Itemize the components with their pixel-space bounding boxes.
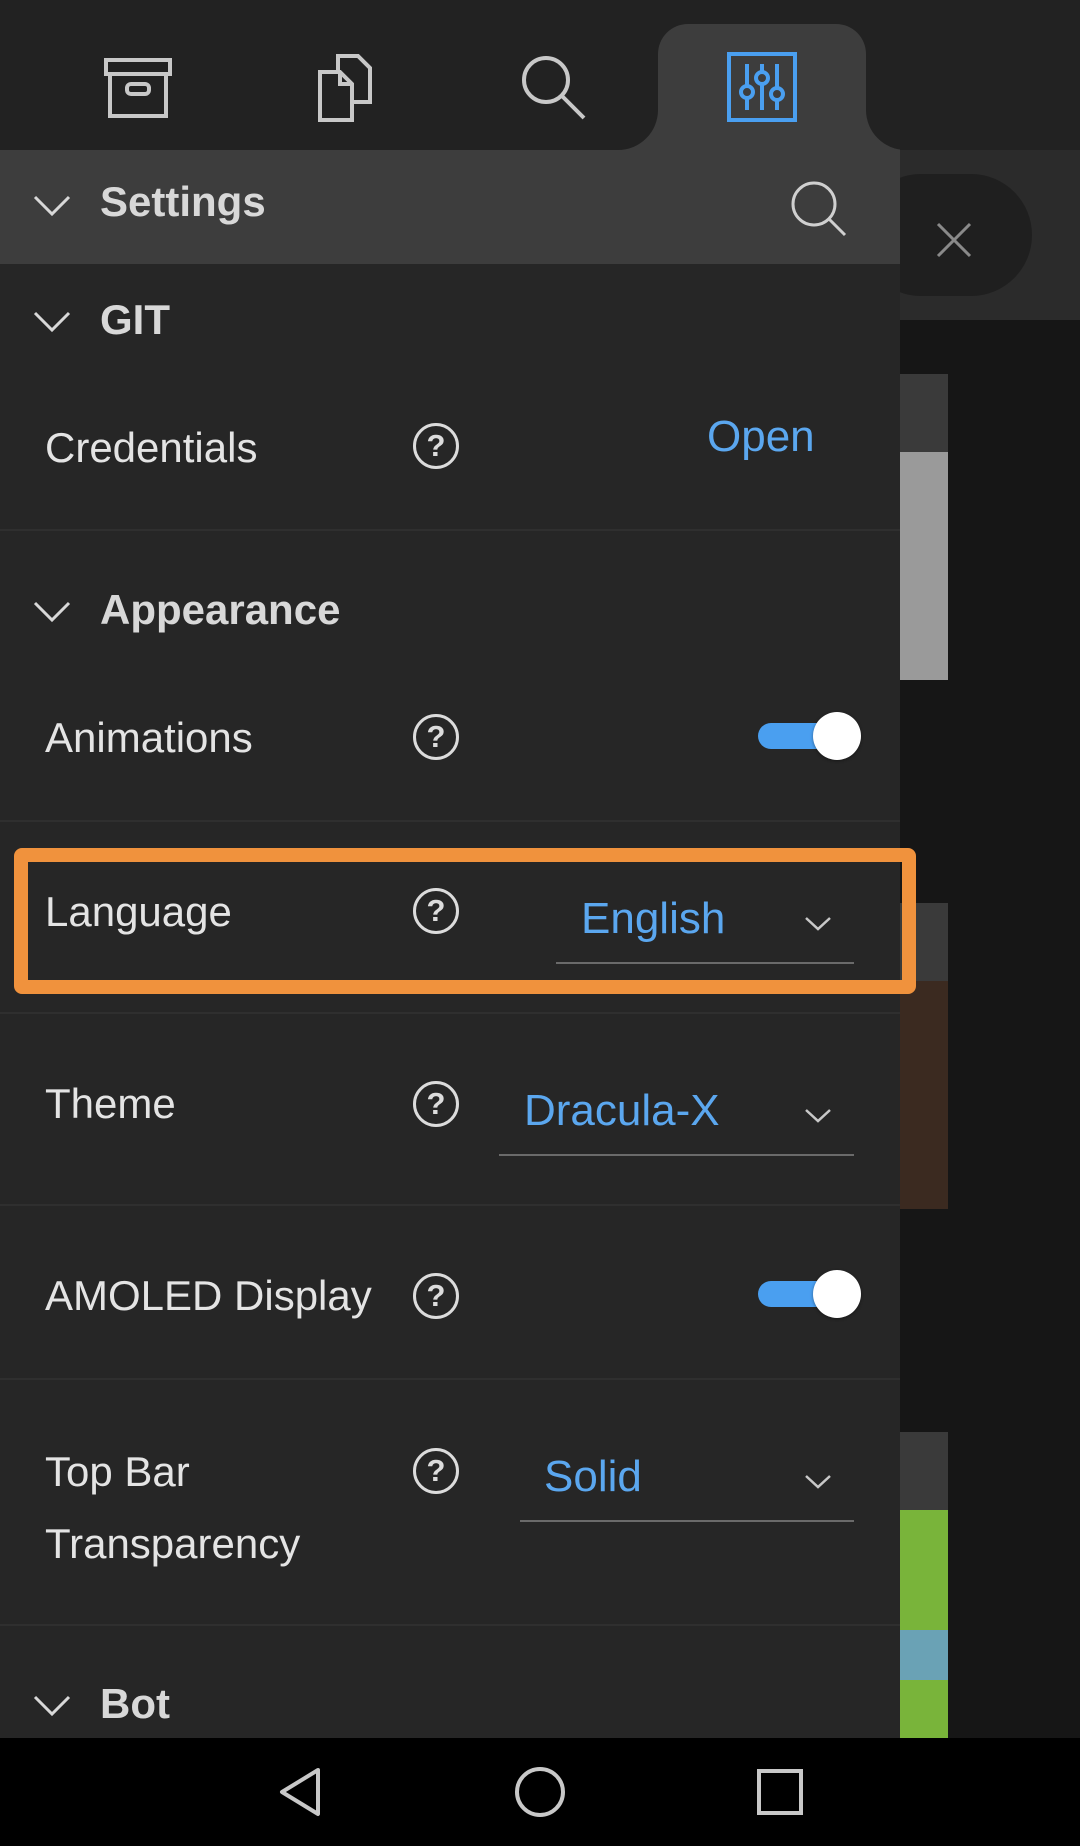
chevron-down-icon[interactable] — [32, 310, 72, 334]
background-thumbnail-header — [900, 374, 948, 452]
tab-settings[interactable] — [658, 24, 866, 150]
divider — [0, 529, 900, 531]
divider — [0, 820, 900, 822]
animations-toggle[interactable] — [758, 710, 861, 762]
top-bar-transparency-label-line2: Transparency — [45, 1520, 301, 1567]
search-icon — [522, 56, 586, 120]
divider — [0, 1012, 900, 1014]
background-thumbnail — [900, 981, 948, 1209]
close-icon[interactable] — [930, 216, 978, 264]
chevron-down-icon — [805, 1109, 831, 1123]
background-top-bar — [900, 0, 1080, 150]
chevron-down-icon[interactable] — [32, 1694, 72, 1718]
section-title-bot: Bot — [100, 1680, 170, 1727]
drawer-tab-bar — [0, 0, 900, 150]
theme-select-value: Dracula-X — [524, 1086, 720, 1135]
help-icon[interactable]: ? — [413, 1273, 459, 1319]
background-thumbnail — [900, 452, 948, 680]
divider — [0, 1204, 900, 1206]
top-bar-transparency-select-value: Solid — [544, 1452, 642, 1501]
recents-icon[interactable] — [752, 1764, 808, 1820]
tab-archive[interactable] — [35, 24, 241, 150]
divider — [0, 1378, 900, 1380]
settings-sliders-icon — [727, 52, 797, 122]
tab-corner — [618, 110, 658, 150]
tab-files[interactable] — [242, 24, 448, 150]
theme-label: Theme — [45, 1080, 176, 1127]
home-icon[interactable] — [512, 1764, 568, 1820]
tab-corner — [866, 110, 900, 150]
highlight-box — [14, 848, 916, 994]
chevron-down-icon[interactable] — [32, 194, 72, 218]
background-thumbnail — [900, 1510, 948, 1738]
amoled-display-label: AMOLED Display — [45, 1272, 372, 1319]
help-icon[interactable]: ? — [413, 1081, 459, 1127]
background-search-bar — [860, 150, 1080, 320]
background-app — [860, 0, 1080, 1738]
help-icon[interactable]: ? — [413, 714, 459, 760]
system-navigation-bar — [0, 1738, 1080, 1846]
settings-search-icon[interactable] — [788, 178, 848, 238]
archive-icon — [104, 58, 172, 118]
help-icon[interactable]: ? — [413, 1448, 459, 1494]
toggle-knob — [813, 1270, 861, 1318]
top-bar-transparency-select[interactable]: Solid — [520, 1444, 854, 1522]
chevron-down-icon — [805, 1475, 831, 1489]
section-title-appearance: Appearance — [100, 586, 341, 633]
credentials-label: Credentials — [45, 424, 258, 471]
back-icon[interactable] — [272, 1764, 328, 1820]
background-thumbnail-header — [900, 1432, 948, 1510]
credentials-open-button[interactable]: Open — [707, 412, 815, 462]
animations-label: Animations — [45, 714, 253, 761]
files-icon — [318, 54, 372, 122]
divider — [0, 1624, 900, 1626]
section-title-git: GIT — [100, 296, 170, 343]
chevron-down-icon[interactable] — [32, 600, 72, 624]
settings-title: Settings — [100, 178, 266, 225]
amoled-display-toggle[interactable] — [758, 1268, 861, 1320]
top-bar-transparency-label-line1: Top Bar — [45, 1448, 190, 1495]
theme-select[interactable]: Dracula-X — [499, 1078, 854, 1156]
toggle-knob — [813, 712, 861, 760]
help-icon[interactable]: ? — [413, 423, 459, 469]
